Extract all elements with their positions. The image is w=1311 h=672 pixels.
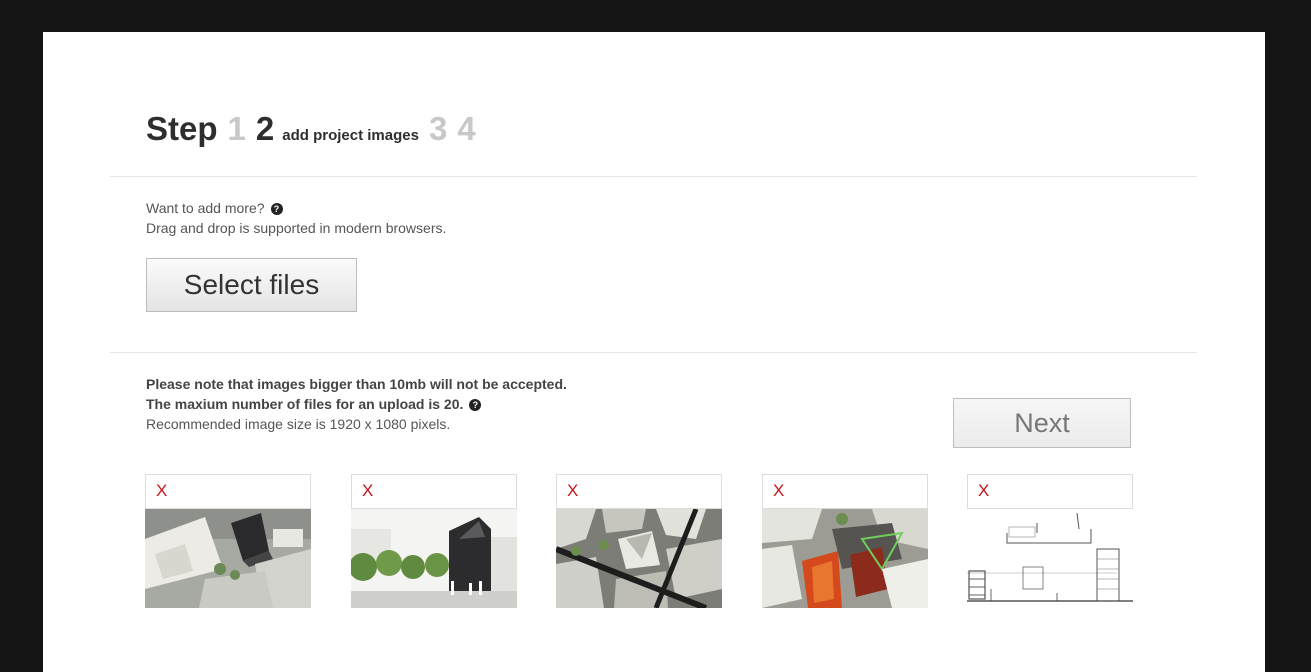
step-2-description: add project images (282, 127, 419, 144)
thumbnail-image (556, 509, 722, 608)
remove-image-button[interactable]: X (362, 481, 373, 501)
thumbnail-header: X (556, 474, 722, 509)
add-more-text: Want to add more? (146, 200, 265, 216)
step-indicator: Step 1 2 add project images 3 4 (146, 110, 486, 150)
thumbnail-image (967, 509, 1133, 608)
thumbnail-image (145, 509, 311, 608)
step-3: 3 (428, 110, 448, 147)
image-thumbnail: X (351, 474, 517, 608)
remove-image-button[interactable]: X (567, 481, 578, 501)
select-files-button[interactable]: Select files (146, 258, 357, 312)
next-button[interactable]: Next (953, 398, 1131, 448)
max-files-text: The maxium number of files for an upload… (146, 396, 464, 412)
step-4: 4 (457, 110, 476, 147)
image-thumbnail: X (145, 474, 311, 608)
step-2-current: 2 (255, 110, 275, 147)
thumbnail-header: X (145, 474, 311, 509)
add-more-line: Want to add more?? (146, 200, 283, 216)
help-icon[interactable]: ? (270, 203, 283, 215)
thumbnail-header: X (351, 474, 517, 509)
recommended-size-note: Recommended image size is 1920 x 1080 pi… (146, 416, 451, 432)
max-files-line: The maxium number of files for an upload… (146, 396, 482, 412)
remove-image-button[interactable]: X (773, 481, 784, 501)
step-label: Step (146, 110, 218, 147)
thumbnail-image (762, 509, 928, 608)
divider (110, 176, 1197, 177)
divider (110, 352, 1197, 353)
image-thumbnail: X (556, 474, 722, 608)
step-1[interactable]: 1 (228, 110, 246, 148)
thumbnail-header: X (762, 474, 928, 509)
thumbnail-image (351, 509, 517, 608)
size-limit-note: Please note that images bigger than 10mb… (146, 376, 567, 392)
remove-image-button[interactable]: X (156, 481, 167, 501)
drag-drop-note: Drag and drop is supported in modern bro… (146, 220, 447, 236)
image-thumbnail: X (762, 474, 928, 608)
image-thumbnail: X (967, 474, 1133, 608)
thumbnail-header: X (967, 474, 1133, 509)
help-icon[interactable]: ? (469, 399, 482, 411)
remove-image-button[interactable]: X (978, 481, 989, 501)
upload-panel: Step 1 2 add project images 3 4 Want to … (43, 32, 1265, 672)
